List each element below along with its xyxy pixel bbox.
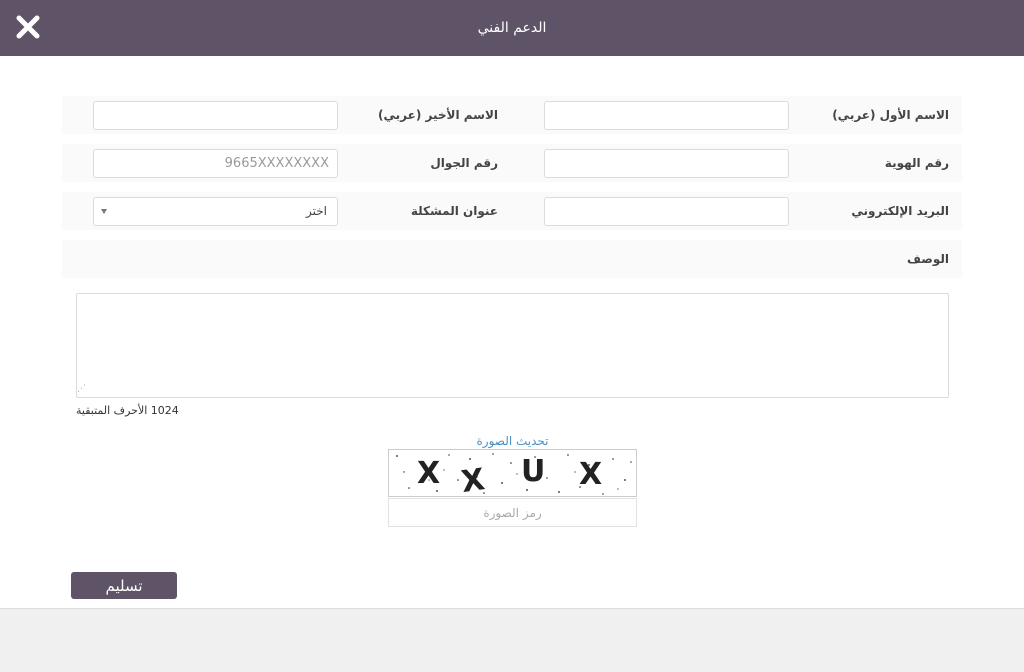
dialog-header: الدعم الفني [0, 0, 1024, 56]
issue-title-label: عنوان المشكلة [410, 204, 498, 218]
description-label: الوصف [906, 252, 949, 266]
captcha-char-2: X [459, 462, 487, 496]
last-name-input[interactable] [93, 101, 338, 130]
first-name-input[interactable] [544, 101, 789, 130]
captcha-char-4: X [579, 457, 602, 492]
support-dialog: الدعم الفني الاسم الأول (عربي) الاسم الأ… [0, 0, 1024, 672]
id-number-label: رقم الهوية [884, 156, 949, 170]
email-label: البريد الإلكتروني [851, 204, 949, 218]
captcha-image: X X U X [388, 449, 637, 500]
dialog-footer [0, 608, 1024, 672]
caret-down-icon [101, 209, 107, 214]
description-textarea[interactable] [76, 293, 949, 398]
issue-title-selected: اختر [306, 204, 327, 218]
form-row-description [62, 240, 962, 278]
issue-title-select[interactable]: اختر [93, 197, 338, 226]
refresh-captcha-link[interactable]: تحديث الصورة [388, 434, 637, 448]
mobile-input[interactable] [93, 149, 338, 178]
chars-remaining: 1024 الأحرف المتبقية [76, 404, 179, 417]
last-name-label: الاسم الأخير (عربي) [378, 108, 498, 122]
captcha-char-3: U [521, 454, 545, 489]
email-input[interactable] [544, 197, 789, 226]
id-number-input[interactable] [544, 149, 789, 178]
dialog-title: الدعم الفني [477, 20, 547, 36]
first-name-label: الاسم الأول (عربي) [832, 108, 949, 122]
captcha-graphic: X X U X [396, 453, 632, 500]
captcha-input[interactable] [388, 498, 637, 527]
submit-button[interactable]: تسليم [71, 572, 177, 599]
captcha-char-1: X [417, 456, 440, 491]
mobile-label: رقم الجوال [430, 156, 498, 170]
resize-grip-icon[interactable]: ⋰ [77, 385, 86, 394]
